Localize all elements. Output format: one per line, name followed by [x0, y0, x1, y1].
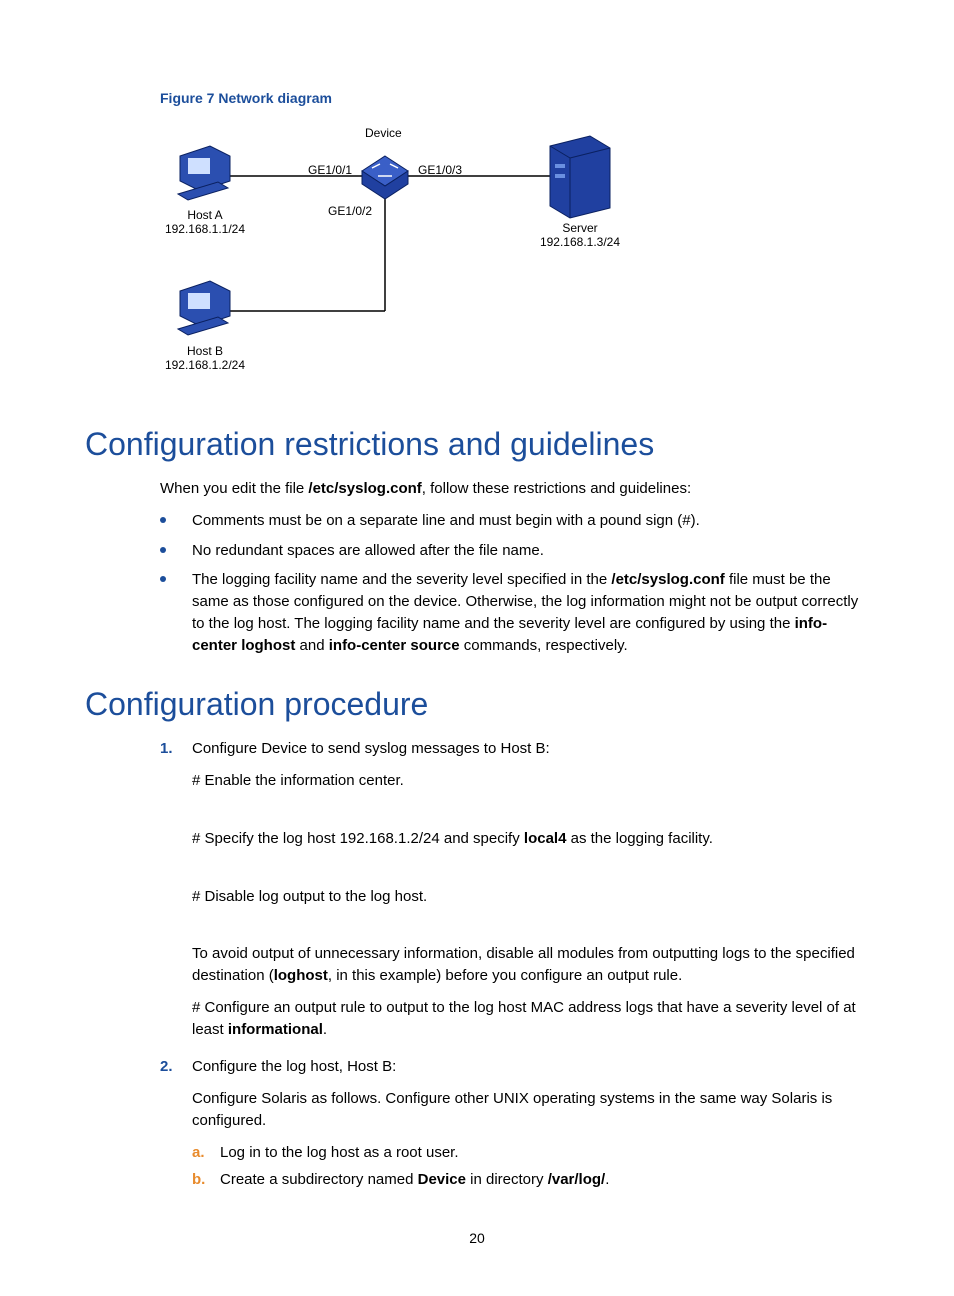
port-ge103: GE1/0/3 [418, 163, 462, 177]
server-ip: 192.168.1.3/24 [540, 235, 620, 249]
server-name: Server [562, 221, 597, 235]
bullet-1: Comments must be on a separate line and … [160, 510, 869, 532]
heading-procedure: Configuration procedure [85, 686, 869, 723]
step-2: Configure the log host, Host B: Configur… [160, 1056, 869, 1191]
figure-caption: Figure 7 Network diagram [160, 90, 869, 106]
procedure-steps: Configure Device to send syslog messages… [160, 738, 869, 1191]
heading-restrictions: Configuration restrictions and guideline… [85, 426, 869, 463]
device-label: Device [365, 126, 402, 140]
port-ge102: GE1/0/2 [328, 204, 372, 218]
device-icon [362, 156, 408, 199]
hostb-ip: 192.168.1.2/24 [165, 358, 245, 372]
host-a-icon [178, 146, 230, 200]
step-1: Configure Device to send syslog messages… [160, 738, 869, 1040]
page-number: 20 [0, 1230, 954, 1246]
hosta-name: Host A [187, 208, 222, 222]
bullet-2: No redundant spaces are allowed after th… [160, 540, 869, 562]
hostb-name: Host B [187, 344, 223, 358]
bullet-3: The logging facility name and the severi… [160, 569, 869, 656]
host-b-icon [178, 281, 230, 335]
server-icon [550, 136, 610, 218]
restrictions-intro: When you edit the file /etc/syslog.conf,… [160, 478, 869, 500]
substeps: Log in to the log host as a root user. C… [192, 1142, 869, 1192]
network-diagram: Device GE1/0/1 GE1/0/3 GE1/0/2 Host A 19… [160, 116, 660, 396]
substep-b: Create a subdirectory named Device in di… [192, 1169, 869, 1191]
restrictions-list: Comments must be on a separate line and … [160, 510, 869, 657]
port-ge101: GE1/0/1 [308, 163, 352, 177]
hosta-ip: 192.168.1.1/24 [165, 222, 245, 236]
substep-a: Log in to the log host as a root user. [192, 1142, 869, 1164]
